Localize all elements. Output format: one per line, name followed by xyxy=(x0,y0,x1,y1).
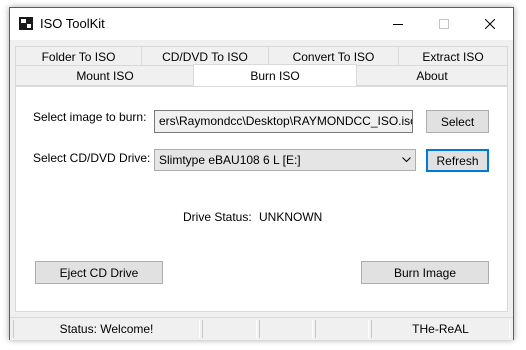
status-cell-empty-2 xyxy=(259,320,313,338)
burn-iso-panel: Select image to burn: ers\Raymondcc\Desk… xyxy=(15,86,508,312)
app-icon xyxy=(19,17,33,30)
drive-status-value: UNKNOWN xyxy=(259,210,323,224)
window-title: ISO ToolKit xyxy=(40,16,105,31)
tab-extract-iso[interactable]: Extract ISO xyxy=(398,46,508,67)
title-bar[interactable]: ISO ToolKit xyxy=(10,8,513,40)
status-text: Status: Welcome! xyxy=(13,320,200,338)
select-drive-label: Select CD/DVD Drive: xyxy=(33,151,151,165)
minimize-icon xyxy=(393,24,403,25)
tab-burn-iso[interactable]: Burn ISO xyxy=(193,64,357,86)
maximize-icon xyxy=(439,19,449,29)
close-button[interactable] xyxy=(467,8,513,40)
chevron-down-icon xyxy=(402,150,411,170)
status-bar: Status: Welcome! THe-ReAL xyxy=(10,317,513,340)
image-path-field[interactable]: ers\Raymondcc\Desktop\RAYMONDCC_ISO.iso xyxy=(154,110,413,133)
tab-mount-iso[interactable]: Mount ISO xyxy=(15,65,195,86)
app-window: ISO ToolKit Folder To ISO CD/DVD To ISO … xyxy=(9,7,514,340)
tab-about[interactable]: About xyxy=(356,65,508,86)
status-author: THe-ReAL xyxy=(371,320,510,338)
status-cell-empty-3 xyxy=(315,320,369,338)
minimize-button[interactable] xyxy=(375,8,421,40)
drive-status-label: Drive Status: xyxy=(183,210,252,224)
select-image-label: Select image to burn: xyxy=(33,110,147,124)
drive-select[interactable]: Slimtype eBAU108 6 L [E:] xyxy=(154,149,416,171)
tab-folder-to-iso[interactable]: Folder To ISO xyxy=(15,46,142,67)
refresh-button[interactable]: Refresh xyxy=(426,149,489,172)
close-icon xyxy=(485,19,495,29)
drive-select-value: Slimtype eBAU108 6 L [E:] xyxy=(159,153,301,167)
burn-image-button[interactable]: Burn Image xyxy=(361,261,489,284)
maximize-button[interactable] xyxy=(421,8,467,40)
eject-cd-drive-button[interactable]: Eject CD Drive xyxy=(35,261,163,284)
select-button[interactable]: Select xyxy=(426,110,489,133)
status-cell-empty-1 xyxy=(202,320,257,338)
